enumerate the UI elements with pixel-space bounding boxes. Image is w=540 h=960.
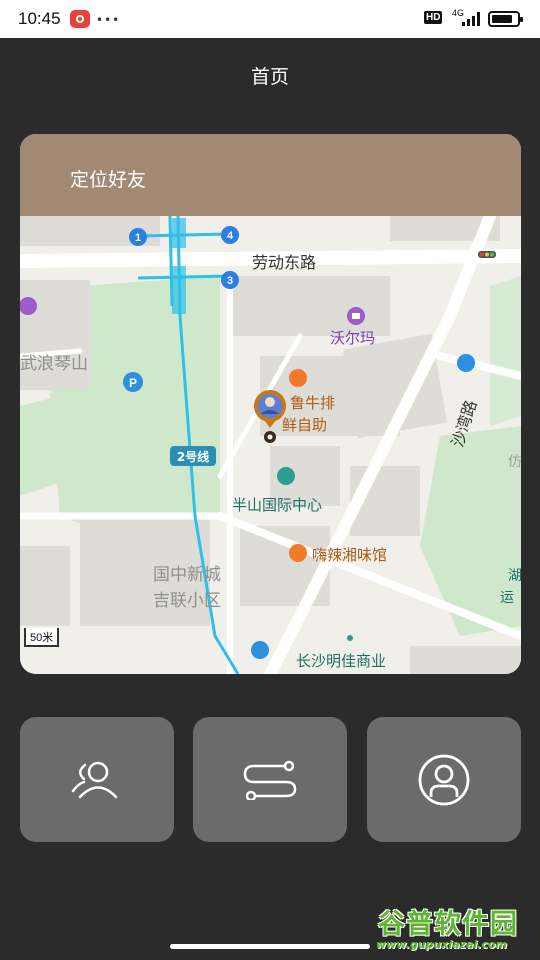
map-view[interactable]: 1 4 3 2号线 劳动东路 沙湾路 P 武浪琴山 沃尔玛 鲁牛排 鲜自助 半山… xyxy=(20,216,521,674)
poi-edge-2: 运 xyxy=(500,590,514,606)
friends-icon xyxy=(71,761,118,798)
poi-luniu-2: 鲜自助 xyxy=(282,416,327,434)
watermark-url: www.gupuxiazai.com xyxy=(376,938,507,951)
hd-icon: HD xyxy=(424,11,443,24)
metro-exit-3: 3 xyxy=(227,275,233,287)
more-notifications-icon: ••• xyxy=(96,13,121,27)
locate-friends-card[interactable]: 定位好友 1 4 3 2号线 劳动东路 沙湾路 P 武浪琴山 沃尔玛 鲁牛排 鲜… xyxy=(20,134,521,674)
poi-banshan: 半山国际中心 xyxy=(232,496,322,514)
battery-icon xyxy=(488,11,523,27)
friends-button[interactable] xyxy=(20,717,174,842)
home-indicator[interactable] xyxy=(170,944,370,949)
signal-icon xyxy=(462,12,480,26)
poi-guozhong-2: 吉联小区 xyxy=(153,591,221,611)
poi-guozhong-1: 国中新城 xyxy=(153,565,221,585)
metro-exit-4: 4 xyxy=(227,230,234,242)
profile-icon xyxy=(418,754,470,805)
status-bar: 10:45 ••• HD 4G xyxy=(0,0,540,38)
page-title: 首页 xyxy=(250,66,289,88)
metro-exit-1: 1 xyxy=(135,232,141,244)
map-canvas[interactable]: 1 4 3 2号线 劳动东路 沙湾路 P 武浪琴山 沃尔玛 鲁牛排 鲜自助 半山… xyxy=(20,216,521,674)
watermark-title: 谷普软件园 xyxy=(378,909,518,940)
app-notification-icon xyxy=(70,10,90,28)
map-scale: 50米 xyxy=(24,628,60,647)
poi-edge-1: 湖 xyxy=(508,568,521,584)
route-icon xyxy=(243,760,297,800)
poi-mingjia: 长沙明佳商业 xyxy=(296,652,386,670)
poi-edge-3: 仿 xyxy=(508,454,521,470)
card-title: 定位好友 xyxy=(70,169,147,191)
poi-walmart: 沃尔玛 xyxy=(330,329,375,347)
svg-text:P: P xyxy=(129,376,137,390)
metro-line-label: 2号线 xyxy=(177,449,209,464)
road-label-laodong: 劳动东路 xyxy=(252,253,316,272)
status-time: 10:45 xyxy=(18,9,61,28)
route-button[interactable] xyxy=(193,717,347,842)
profile-button[interactable] xyxy=(367,717,521,842)
poi-langqin: 武浪琴山 xyxy=(20,354,88,374)
site-watermark: 谷普软件园 www.gupuxiazai.com xyxy=(374,902,538,956)
card-header: 定位好友 xyxy=(20,134,521,216)
poi-luniu-1: 鲁牛排 xyxy=(290,394,335,412)
poi-haila: 嗨辣湘味馆 xyxy=(312,546,387,564)
